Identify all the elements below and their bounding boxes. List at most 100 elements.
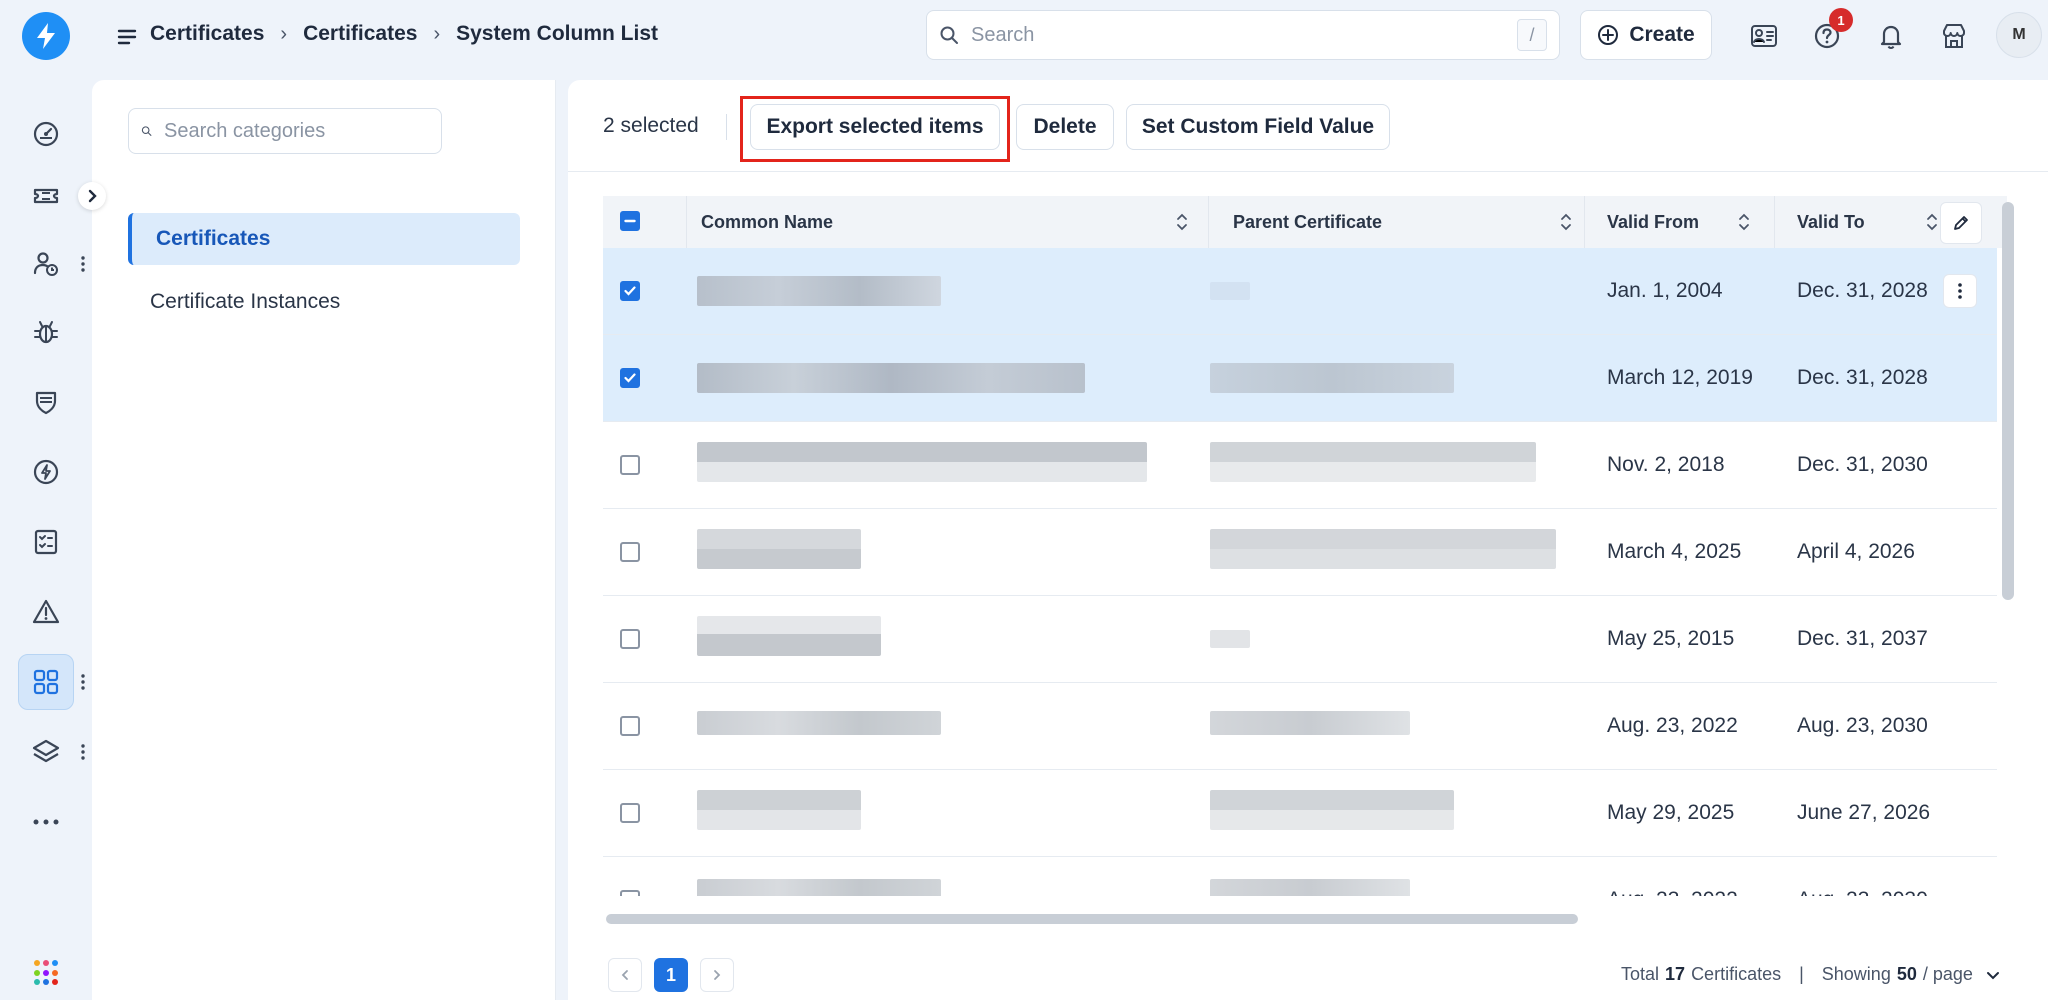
row-checkbox[interactable] <box>620 455 640 475</box>
redacted-common-name <box>697 711 941 735</box>
header-select-cell <box>603 196 687 248</box>
layers-more-icon[interactable] <box>78 740 88 764</box>
table-row[interactable]: March 4, 2025 April 4, 2026 <box>603 509 1997 596</box>
table-row[interactable]: Jan. 1, 2004 Dec. 31, 2028 <box>603 248 1997 335</box>
users-more-icon[interactable] <box>78 252 88 276</box>
valid-from-cell: Aug. 23, 2022 <box>1607 714 1738 737</box>
shield-icon[interactable] <box>18 374 74 430</box>
total-unit: Certificates <box>1691 964 1782 984</box>
redacted-common-name <box>697 529 861 569</box>
app-switcher-icon[interactable] <box>34 960 60 986</box>
row-checkbox[interactable] <box>620 716 640 736</box>
valid-to-cell: Dec. 31, 2028 <box>1797 366 1928 389</box>
column-header-valid-from[interactable]: Valid From <box>1585 196 1775 248</box>
create-button[interactable]: Create <box>1580 10 1712 60</box>
redacted-common-name <box>697 442 1147 482</box>
category-panel: Certificates Certificate Instances <box>92 80 556 1000</box>
export-selected-button[interactable]: Export selected items <box>750 104 1000 150</box>
more-icon[interactable] <box>18 794 74 850</box>
redacted-common-name <box>697 790 861 830</box>
delete-button[interactable]: Delete <box>1016 104 1114 150</box>
row-checkbox[interactable] <box>620 281 640 301</box>
expand-sidebar-button[interactable] <box>78 182 106 210</box>
per-page-value[interactable]: 50 <box>1897 964 1917 985</box>
valid-to-cell: Dec. 31, 2030 <box>1797 453 1928 476</box>
sort-icon[interactable] <box>1737 210 1751 234</box>
vertical-scrollbar[interactable] <box>2002 202 2014 600</box>
bug-icon[interactable] <box>18 304 74 360</box>
dashboard-icon[interactable] <box>18 106 74 162</box>
contacts-list-icon[interactable] <box>1746 18 1782 54</box>
chevron-right-icon <box>88 189 97 203</box>
column-header-parent-certificate[interactable]: Parent Certificate <box>1209 196 1585 248</box>
breadcrumb-item-certificates[interactable]: Certificates <box>150 22 264 46</box>
sort-icon[interactable] <box>1559 210 1573 234</box>
chevron-down-icon[interactable] <box>1985 967 2001 983</box>
row-checkbox[interactable] <box>620 368 640 388</box>
column-label: Parent Certificate <box>1233 211 1383 232</box>
table-row[interactable]: May 25, 2015 Dec. 31, 2037 <box>603 596 1997 683</box>
sort-icon[interactable] <box>1175 210 1189 234</box>
valid-from-cell: Aug. 23, 2022 <box>1607 888 1738 896</box>
breadcrumb-item-certificates-sub[interactable]: Certificates <box>303 22 417 46</box>
users-icon[interactable] <box>18 236 74 292</box>
column-label: Valid To <box>1797 211 1865 232</box>
row-checkbox[interactable] <box>620 803 640 823</box>
column-header-common-name[interactable]: Common Name <box>687 196 1209 248</box>
alert-icon[interactable] <box>18 584 74 640</box>
set-custom-field-button[interactable]: Set Custom Field Value <box>1126 104 1390 150</box>
page-button-current[interactable]: 1 <box>654 958 688 992</box>
bulk-action-bar: 2 selected Export selected items Delete … <box>568 80 2048 172</box>
global-search-input[interactable] <box>971 23 1517 47</box>
table-row[interactable]: Aug. 23, 2022 Aug. 23, 2030 <box>603 857 1997 896</box>
checklist-icon[interactable] <box>18 514 74 570</box>
table-row[interactable]: May 29, 2025 June 27, 2026 <box>603 770 1997 857</box>
row-checkbox[interactable] <box>620 542 640 562</box>
row-checkbox[interactable] <box>620 890 640 896</box>
chevron-left-icon <box>621 970 628 980</box>
redacted-parent-certificate <box>1210 363 1454 393</box>
row-checkbox[interactable] <box>620 629 640 649</box>
main-panel: 2 selected Export selected items Delete … <box>568 80 2048 1000</box>
breadcrumb-current-page: System Column List <box>456 22 658 45</box>
certificates-table: Common Name Parent Certificate Valid Fro… <box>603 196 2007 896</box>
menu-toggle-icon[interactable] <box>116 26 138 48</box>
app-logo[interactable] <box>22 12 70 60</box>
pagination-summary: Total 17 Certificates | Showing 50 / pag… <box>1621 964 2001 985</box>
table-row[interactable]: March 12, 2019 Dec. 31, 2028 <box>603 335 1997 422</box>
store-icon[interactable] <box>1936 18 1972 54</box>
top-bar: Certificates › Certificates › System Col… <box>0 0 2048 72</box>
user-avatar[interactable]: M <box>1996 12 2042 58</box>
next-page-button[interactable] <box>700 958 734 992</box>
bell-icon[interactable] <box>1873 18 1909 54</box>
category-search[interactable] <box>128 108 442 154</box>
category-item-certificates[interactable]: Certificates <box>128 213 520 265</box>
layers-icon[interactable] <box>18 724 74 780</box>
ticket-icon[interactable] <box>18 168 74 224</box>
table-row[interactable]: Nov. 2, 2018 Dec. 31, 2030 <box>603 422 1997 509</box>
edit-columns-button[interactable] <box>1940 202 1982 244</box>
search-icon <box>141 126 152 136</box>
grid-icon[interactable] <box>18 654 74 710</box>
breadcrumb: Certificates › Certificates › System Col… <box>150 22 658 46</box>
row-actions-menu[interactable] <box>1943 274 1977 308</box>
valid-from-cell: May 29, 2025 <box>1607 801 1735 824</box>
valid-to-cell: Aug. 23, 2030 <box>1797 714 1928 737</box>
pencil-icon <box>1954 216 1968 230</box>
prev-page-button[interactable] <box>608 958 642 992</box>
lightning-logo-icon <box>37 23 55 49</box>
per-page-suffix: / page <box>1922 964 1973 984</box>
left-nav <box>0 72 106 1000</box>
table-row[interactable]: Aug. 23, 2022 Aug. 23, 2030 <box>603 683 1997 770</box>
category-item-certificate-instances[interactable]: Certificate Instances <box>128 276 520 328</box>
select-all-checkbox[interactable] <box>620 211 640 231</box>
horizontal-scrollbar[interactable] <box>606 914 1578 924</box>
sort-icon[interactable] <box>1925 210 1939 234</box>
lightning-icon[interactable] <box>18 444 74 500</box>
valid-to-cell: Dec. 31, 2028 <box>1797 279 1928 302</box>
grid-more-icon[interactable] <box>78 670 88 694</box>
help-badge-count: 1 <box>1829 8 1853 32</box>
divider <box>726 114 727 140</box>
category-search-input[interactable] <box>164 119 429 143</box>
global-search[interactable]: / <box>926 10 1560 60</box>
